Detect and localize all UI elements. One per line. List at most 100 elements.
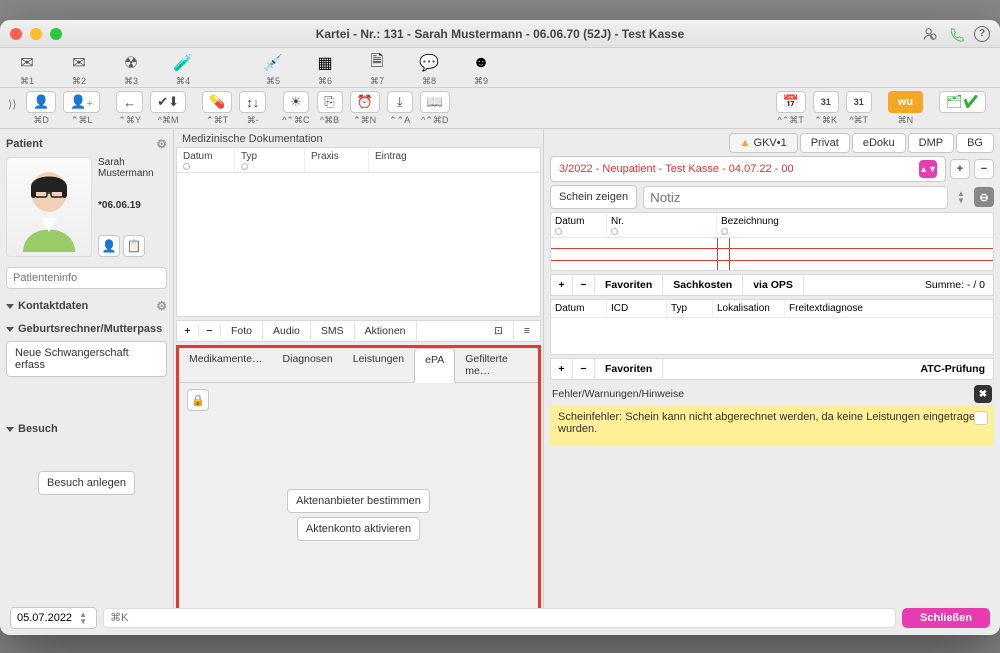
col-eintrag[interactable]: Eintrag [375, 151, 407, 162]
add-case-button[interactable]: + [950, 159, 970, 179]
viaops-label[interactable]: via OPS [743, 275, 804, 295]
audio-button[interactable]: Audio [263, 321, 311, 341]
add-entry-button[interactable]: + [177, 325, 199, 337]
date-picker[interactable]: 05.07.2022 ▲▼ [10, 607, 97, 629]
tab-edoku[interactable]: eDoku [852, 133, 906, 153]
tb2-back[interactable]: ←⌃⌘Y [116, 91, 143, 126]
set-provider-button[interactable]: Aktenanbieter bestimmen [287, 489, 430, 513]
geburt-label[interactable]: Geburtsrechner/Mutterpass [18, 323, 162, 335]
close-window-icon[interactable] [10, 28, 22, 40]
tool-2[interactable]: ✉⌘2 [62, 52, 96, 87]
tb2-cal31b[interactable]: 31^⌘T [846, 91, 872, 126]
insurance-tabs: ▲GKV•1 Privat eDoku DMP BG [544, 129, 1000, 153]
view-mode-icon[interactable]: ⊡ [484, 321, 514, 341]
kontakt-label[interactable]: Kontaktdaten [18, 300, 88, 312]
dcol-lok[interactable]: Lokalisation [713, 300, 785, 317]
aktionen-button[interactable]: Aktionen [355, 321, 417, 341]
case-stepper-icon[interactable]: ▲▼ [919, 160, 937, 178]
tab-dmp[interactable]: DMP [908, 133, 954, 153]
note-remove-button[interactable]: ⊖ [974, 187, 994, 207]
tool-8[interactable]: 💬⌘8 [412, 52, 446, 87]
date-stepper-icon[interactable]: ▲▼ [76, 611, 90, 625]
error-ack-checkbox[interactable] [974, 411, 988, 425]
dcol-frei[interactable]: Freitextdiagnose [785, 300, 993, 317]
tool-5[interactable]: 💉⌘5 [256, 52, 290, 87]
note-field[interactable] [643, 186, 948, 209]
search-person-icon[interactable] [922, 26, 938, 42]
zoom-window-icon[interactable] [50, 28, 62, 40]
fav-add-button[interactable]: + [551, 275, 573, 295]
tab-diagnosen[interactable]: Diagnosen [273, 348, 343, 382]
besuch-label[interactable]: Besuch [18, 423, 58, 435]
tb2-copy[interactable]: ⎘^⌘B [317, 91, 343, 126]
dcol-icd[interactable]: ICD [607, 300, 667, 317]
remove-entry-button[interactable]: − [199, 325, 221, 337]
create-visit-button[interactable]: Besuch anlegen [38, 471, 135, 495]
atc-label[interactable]: ATC-Prüfung [912, 363, 993, 375]
tool-9[interactable]: ☻⌘9 [464, 52, 498, 87]
sms-button[interactable]: SMS [311, 321, 355, 341]
tool-1[interactable]: ✉⌘1 [10, 52, 44, 87]
tb2-bookmark[interactable]: ⤓⌃⌃A [387, 91, 413, 126]
command-field[interactable] [103, 608, 896, 628]
gear-icon[interactable]: ⚙ [156, 137, 167, 151]
tab-privat[interactable]: Privat [800, 133, 850, 153]
fav-remove-button[interactable]: − [573, 275, 595, 295]
tool-3[interactable]: ☢⌘3 [114, 52, 148, 87]
tb2-addperson[interactable]: 👤₊⌃⌘L [63, 91, 100, 126]
tb2-cal31[interactable]: 31⌃⌘K [813, 91, 839, 126]
tb2-wu[interactable]: wu⌘N [888, 91, 923, 126]
col-datum[interactable]: Datum [183, 151, 212, 162]
bcol-bez[interactable]: Bezeichnung [721, 216, 779, 227]
tb2-cal1[interactable]: 📅^⌃⌘T [776, 91, 806, 126]
lock-icon[interactable]: 🔒 [187, 389, 209, 411]
case-selector[interactable]: 3/2022 - Neupatient - Test Kasse - 04.07… [550, 156, 946, 182]
tb2-person[interactable]: 👤⌘D [26, 91, 56, 126]
tool-6[interactable]: ▦⌘6 [308, 52, 342, 87]
patient-detail-icon[interactable]: 👤 [98, 235, 120, 257]
dcol-typ[interactable]: Typ [667, 300, 713, 317]
col-typ[interactable]: Typ [241, 151, 257, 162]
toolbar-secondary: 👤⌘D 👤₊⌃⌘L ←⌃⌘Y ✔⬇^⌘M 💊⌃⌘T ↕↓⌘- ☀^⌃⌘C ⎘^⌘… [0, 87, 1000, 129]
dcol-datum[interactable]: Datum [551, 300, 607, 317]
bcol-nr[interactable]: Nr. [611, 216, 624, 227]
note-stepper-icon[interactable]: ▲▼ [954, 190, 968, 204]
list-mode-icon[interactable]: ≡ [514, 321, 540, 341]
tab-gefilterte[interactable]: Gefilterte me… [455, 348, 538, 382]
patient-clipboard-icon[interactable]: 📋 [123, 235, 145, 257]
tb2-sync[interactable]: 🗂✔ [939, 91, 986, 125]
sachkosten-label[interactable]: Sachkosten [663, 275, 743, 295]
tb2-light[interactable]: ☀^⌃⌘C [282, 91, 309, 126]
fav-label[interactable]: Favoriten [595, 275, 663, 295]
foto-button[interactable]: Foto [221, 321, 263, 341]
toolbar-grip-icon: ⟩⟩ [8, 98, 17, 111]
tab-bg[interactable]: BG [956, 133, 994, 153]
help-icon[interactable]: ? [974, 26, 990, 42]
col-praxis[interactable]: Praxis [311, 151, 339, 162]
tb2-arrows[interactable]: ↕↓⌘- [239, 91, 266, 126]
tab-gkv[interactable]: ▲GKV•1 [729, 133, 798, 153]
fav2-remove-button[interactable]: − [573, 359, 595, 379]
fav2-add-button[interactable]: + [551, 359, 573, 379]
activate-account-button[interactable]: Aktenkonto aktivieren [297, 517, 420, 541]
phone-icon[interactable] [948, 26, 964, 42]
tb2-check[interactable]: ✔⬇^⌘M [150, 91, 186, 126]
tab-epa[interactable]: ePA [414, 348, 455, 383]
tb2-clock[interactable]: ⏰⌃⌘N [350, 91, 380, 126]
show-schein-button[interactable]: Schein zeigen [550, 185, 637, 209]
fav2-label[interactable]: Favoriten [595, 359, 663, 379]
tab-leistungen[interactable]: Leistungen [343, 348, 414, 382]
new-pregnancy-button[interactable]: Neue Schwangerschaft erfass [6, 341, 167, 377]
tb2-pill[interactable]: 💊⌃⌘T [202, 91, 232, 126]
errors-clear-icon[interactable]: ✖ [974, 385, 992, 403]
gear-icon[interactable]: ⚙ [156, 299, 167, 313]
tool-4[interactable]: 🧪⌘4 [166, 52, 200, 87]
remove-case-button[interactable]: − [974, 159, 994, 179]
bcol-datum[interactable]: Datum [555, 216, 584, 227]
minimize-window-icon[interactable] [30, 28, 42, 40]
patient-info-field[interactable] [6, 267, 167, 289]
tool-7[interactable]: 🗎⌘7 [360, 52, 394, 87]
tb2-book[interactable]: 📖^⌃⌘D [420, 91, 450, 126]
tab-medikamente[interactable]: Medikamente… [179, 348, 273, 382]
close-button[interactable]: Schließen [902, 608, 990, 628]
